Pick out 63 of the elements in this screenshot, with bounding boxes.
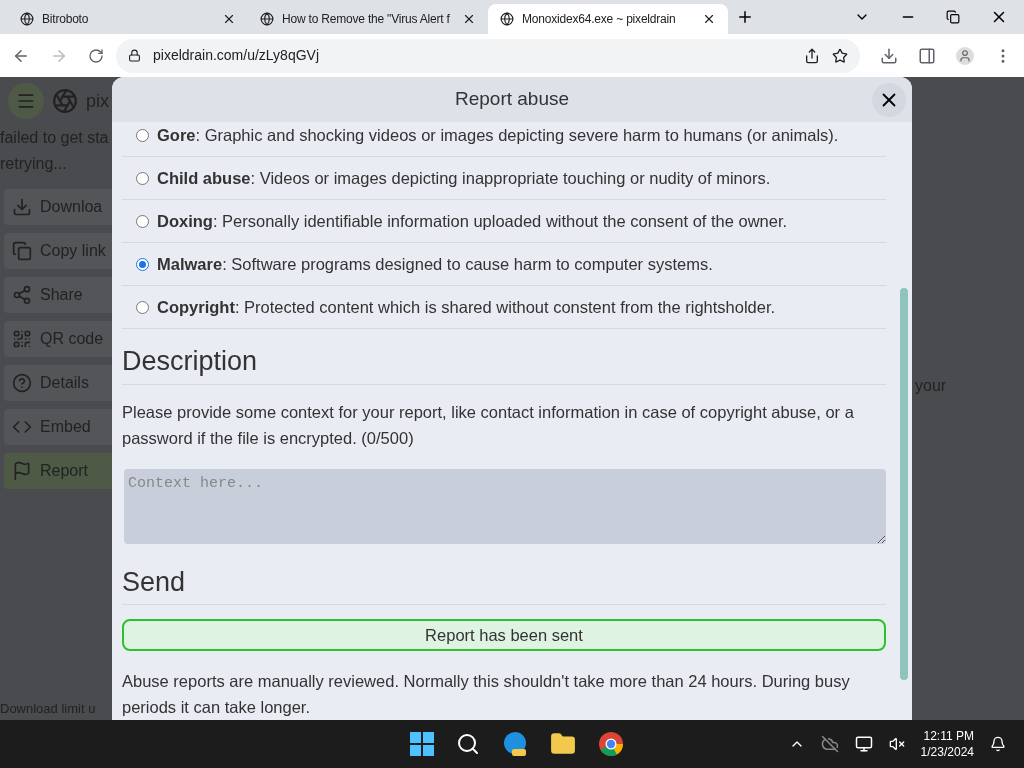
sidebar-item[interactable]: QR code: [4, 321, 112, 357]
copy-icon: [12, 241, 32, 261]
review-note: Abuse reports are manually reviewed. Normally this shouldn't take more than 24 hours. During busy periods it can take longer.: [122, 671, 851, 718]
description-text: Please provide some context for your report, like contact information in case of copyright abuse, or a password if the file is encrypted. (0/500): [122, 401, 855, 449]
volume-muted-icon[interactable]: [888, 736, 905, 752]
new-tab-icon[interactable]: [736, 8, 754, 26]
notification-icon[interactable]: [990, 736, 1006, 752]
clock[interactable]: 12:11 PM 1/23/2024: [920, 728, 974, 760]
context-field[interactable]: Context here...: [124, 468, 886, 544]
tab-favicon-icon: [260, 12, 274, 26]
download-icon[interactable]: [880, 46, 898, 65]
browser-tab[interactable]: Bitroboto: [8, 4, 248, 34]
folder-icon[interactable]: [550, 731, 576, 757]
reload-icon[interactable]: [88, 47, 104, 64]
tab-favicon-icon: [20, 12, 34, 26]
menu-icon: [16, 91, 36, 111]
section-heading: Description: [122, 341, 886, 385]
address-bar[interactable]: pixeldrain.com/u/zLy8qGVj: [116, 38, 860, 73]
share-icon: [12, 285, 32, 305]
sidebar-item[interactable]: Report: [4, 453, 112, 489]
radio-button[interactable]: [136, 171, 149, 185]
logo-icon: [52, 88, 78, 114]
share-icon[interactable]: [804, 47, 820, 64]
start-icon[interactable]: [410, 732, 434, 756]
option-label: Copyright: Protected content which is shared without constent from the rightsholder.: [157, 296, 776, 318]
option-label: Malware: Software programs designed to cause harm to computer systems.: [157, 253, 713, 275]
sidebar-item[interactable]: Copy link: [4, 233, 112, 269]
tab-title: Monoxidex64.exe ~ pixeldrain: [522, 11, 677, 28]
profile-icon[interactable]: [956, 46, 974, 65]
tab-favicon-icon: [500, 12, 514, 26]
side-panel-icon[interactable]: [918, 46, 936, 65]
browser-tab[interactable]: How to Remove the "Virus Alert f: [248, 4, 488, 34]
sidebar-item[interactable]: Details: [4, 365, 112, 401]
section-heading: Send: [122, 561, 886, 606]
qr-icon: [12, 329, 32, 349]
tab-title: How to Remove the "Virus Alert f: [282, 11, 451, 28]
close-tab-icon[interactable]: [702, 12, 716, 26]
flag-icon: [12, 461, 32, 481]
restore-icon[interactable]: [946, 10, 960, 24]
success-message: Report has been sent: [122, 619, 886, 651]
download-icon: [12, 197, 32, 217]
option-label: Doxing: Personally identifiable information uploaded without the consent of the owner.: [157, 210, 788, 232]
sidebar-item[interactable]: Downloa: [4, 189, 112, 225]
search-icon[interactable]: [456, 732, 480, 756]
sidebar-item[interactable]: Embed: [4, 409, 112, 445]
radio-button[interactable]: [136, 128, 149, 142]
lock-icon: [128, 49, 141, 62]
chrome-icon[interactable]: [598, 731, 624, 757]
tab-title: Bitroboto: [42, 11, 90, 28]
close-tab-icon[interactable]: [462, 12, 476, 26]
option-label: Gore: Graphic and shocking videos or images depicting severe harm to humans (or animals).: [157, 124, 839, 146]
option-label: Child abuse: Videos or images depicting inappropriate touching or nudity of minors.: [157, 167, 771, 189]
radio-button[interactable]: [136, 214, 149, 228]
close-tab-icon[interactable]: [222, 12, 236, 26]
browser-tab[interactable]: Monoxidex64.exe ~ pixeldrain: [488, 4, 728, 34]
radio-button[interactable]: [136, 257, 149, 271]
bookmark-star-icon[interactable]: [832, 47, 848, 64]
radio-button[interactable]: [136, 300, 149, 314]
dialog-title: Report abuse: [454, 87, 570, 112]
cloud-off-icon[interactable]: [820, 735, 839, 753]
help-icon: [12, 373, 32, 393]
close-button[interactable]: [872, 82, 906, 117]
sidebar-item[interactable]: Share: [4, 277, 112, 313]
